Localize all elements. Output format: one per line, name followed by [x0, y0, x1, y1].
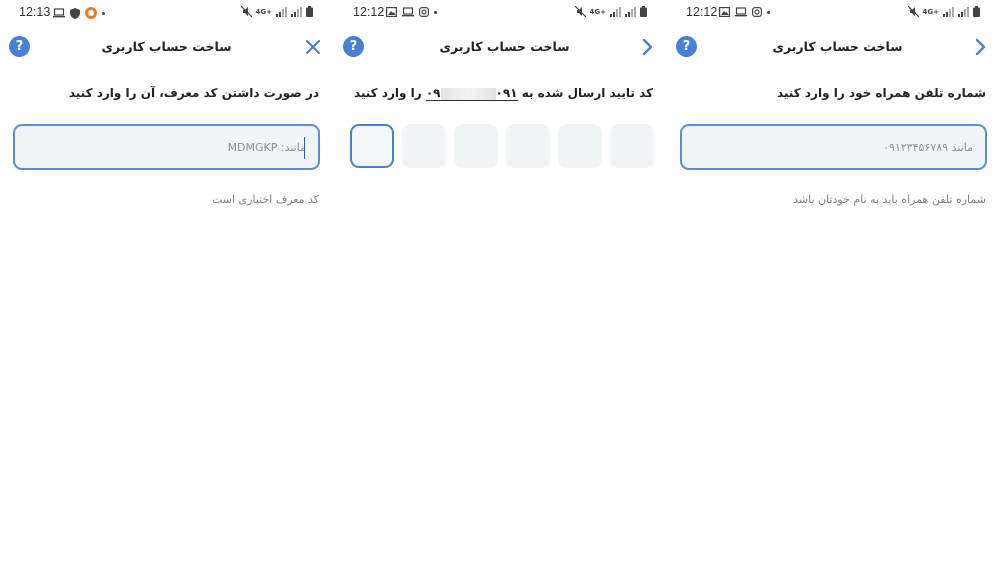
battery-icon [306, 6, 313, 17]
phone-number-start: ۰۹۱ [495, 86, 518, 100]
app-bar: ? ساخت حساب کاربری [0, 34, 333, 62]
page-title: ساخت حساب کاربری [772, 39, 903, 54]
battery-icon [640, 6, 647, 17]
instruction-text: شماره تلفن همراه خود را وارد کنید [777, 86, 986, 100]
otp-digit-box[interactable] [402, 124, 446, 168]
text-cursor [303, 137, 305, 159]
status-bar: 12:13 4G+ [0, 0, 333, 26]
status-time: 12:13 [19, 5, 51, 19]
verification-code-screen: 12:12 4G+ ? ساخت حساب کاربری کد تایید ار… [334, 0, 667, 563]
laptop-icon [402, 7, 414, 17]
more-notifications-dot [102, 11, 105, 15]
battery-icon [973, 6, 980, 17]
gallery-icon [719, 7, 730, 17]
laptop-icon [53, 8, 65, 18]
more-notifications-dot [434, 10, 437, 14]
status-bar: 12:12 4G+ [334, 0, 667, 26]
mute-icon [907, 6, 919, 17]
network-type: 4G+ [589, 7, 606, 16]
phone-number-screen: 12:12 4G+ ? ساخت حساب کاربری شماره تلفن … [667, 0, 1000, 563]
otp-digit-box[interactable] [610, 124, 654, 168]
phone-number-input[interactable] [682, 126, 985, 168]
phone-number-field[interactable] [680, 124, 987, 170]
masked-phone-number: ۰۹۱ ۰۹ [425, 86, 518, 101]
page-title: ساخت حساب کاربری [101, 39, 232, 54]
status-time: 12:12 [353, 5, 385, 19]
signal-icon-2 [958, 6, 969, 17]
mute-icon [240, 6, 252, 17]
instruction-text: کد تایید ارسال شده به ۰۹۱ ۰۹ را وارد کنید [354, 86, 653, 101]
signal-icon [610, 6, 621, 17]
shield-icon [70, 7, 80, 19]
mute-icon [574, 6, 586, 17]
status-time: 12:12 [686, 5, 718, 19]
chevron-right-icon[interactable] [970, 37, 990, 57]
instagram-icon [752, 7, 762, 17]
referral-code-input[interactable] [15, 126, 318, 168]
app-bar: ? ساخت حساب کاربری [667, 34, 1000, 62]
close-icon[interactable] [303, 37, 323, 57]
page-title: ساخت حساب کاربری [439, 39, 570, 54]
network-type: 4G+ [922, 7, 939, 16]
otp-digit-box[interactable] [454, 124, 498, 168]
instruction-prefix: کد تایید ارسال شده به [521, 86, 653, 100]
phone-number-end: ۰۹ [425, 86, 441, 100]
instagram-icon [419, 7, 429, 17]
otp-input-row [350, 124, 654, 168]
more-notifications-dot [767, 10, 770, 14]
helper-text: کد معرف اختیاری است [211, 193, 319, 206]
helper-text: شماره تلفن همراه باید به نام خودتان باشد [793, 193, 986, 206]
chevron-right-icon[interactable] [637, 37, 657, 57]
signal-icon [943, 6, 954, 17]
app-bar: ? ساخت حساب کاربری [334, 34, 667, 62]
gallery-icon [386, 7, 397, 17]
network-type: 4G+ [255, 7, 272, 16]
otp-digit-box[interactable] [558, 124, 602, 168]
otp-digit-box[interactable] [350, 124, 394, 168]
referral-code-field[interactable] [13, 124, 320, 170]
phone-number-redaction [440, 87, 496, 100]
laptop-icon [735, 7, 747, 17]
signal-icon-2 [625, 6, 636, 17]
otp-digit-box[interactable] [506, 124, 550, 168]
instruction-suffix: را وارد کنید [353, 86, 422, 100]
referral-code-screen: 12:13 4G+ ? ساخت حساب کاربری در صورت داش… [0, 0, 333, 563]
signal-icon [276, 6, 287, 17]
status-bar: 12:12 4G+ [667, 0, 1000, 26]
app-notification-icon [85, 7, 97, 19]
signal-icon-2 [291, 6, 302, 17]
instruction-text: در صورت داشتن کد معرف، آن را وارد کنید [68, 86, 319, 100]
